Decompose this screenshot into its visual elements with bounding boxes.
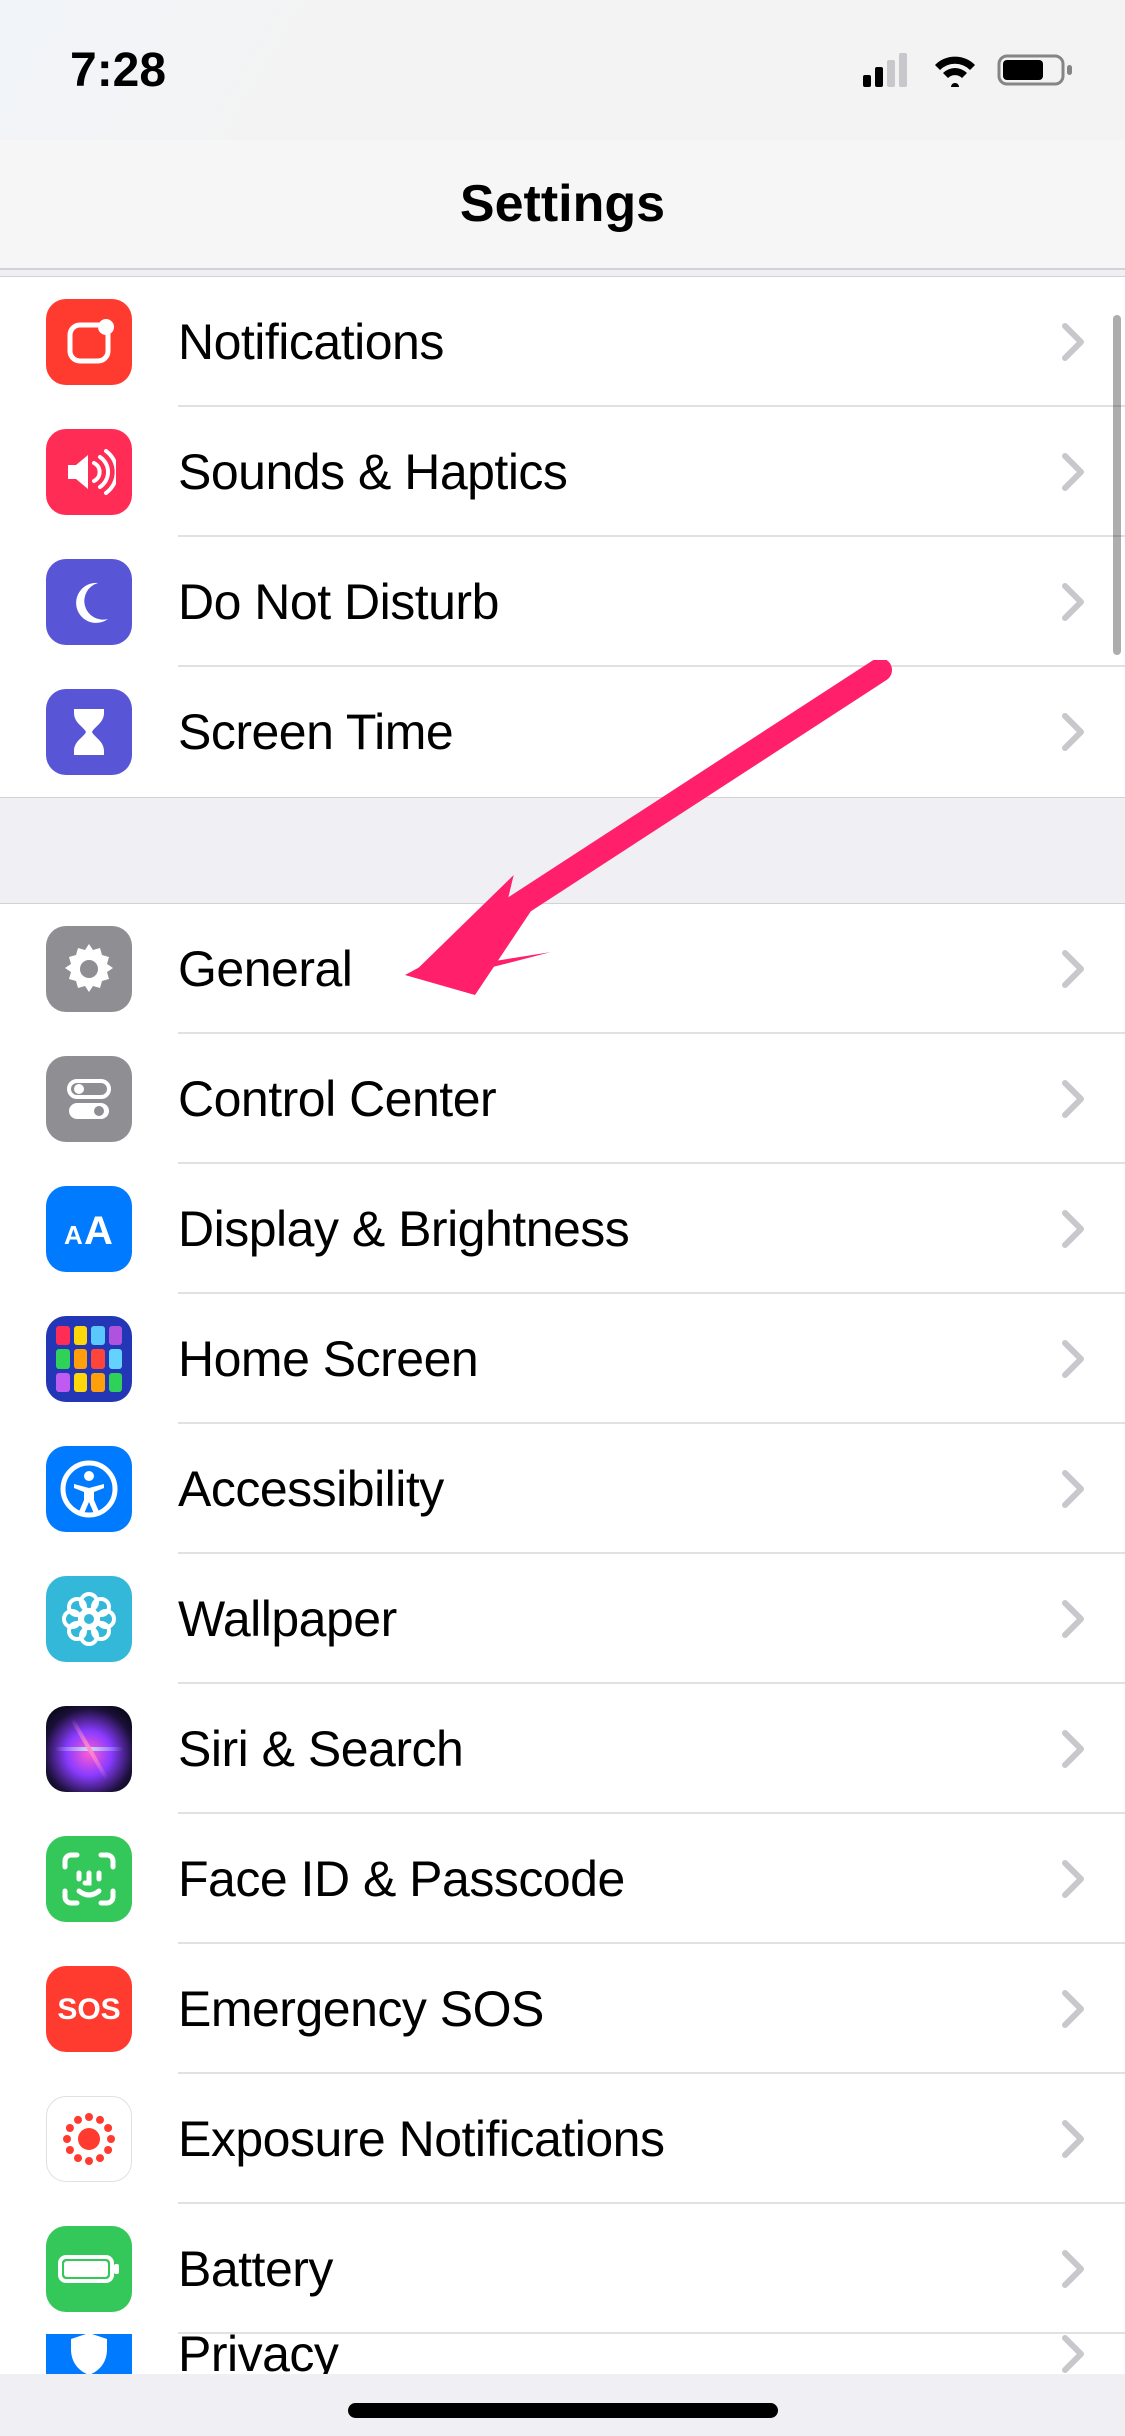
settings-row-general[interactable]: General [0,904,1125,1034]
settings-row-sos[interactable]: SOS Emergency SOS [0,1944,1125,2074]
row-label: Control Center [178,1070,496,1128]
wifi-icon [931,53,979,87]
chevron-right-icon [1061,1599,1085,1639]
settings-row-dnd[interactable]: Do Not Disturb [0,537,1125,667]
row-label: Battery [178,2240,333,2298]
chevron-right-icon [1061,1989,1085,2029]
settings-row-privacy[interactable]: Privacy [0,2334,1125,2374]
chevron-right-icon [1061,2249,1085,2289]
row-label: Screen Time [178,703,453,761]
settings-row-exposure[interactable]: Exposure Notifications [0,2074,1125,2204]
home-indicator [348,2403,778,2418]
chevron-right-icon [1061,452,1085,492]
row-label: Do Not Disturb [178,573,499,631]
gear-icon [46,926,132,1012]
sos-icon: SOS [46,1966,132,2052]
textsize-icon: AA [46,1186,132,1272]
privacy-icon [46,2334,132,2374]
chevron-right-icon [1061,2119,1085,2159]
row-label: Sounds & Haptics [178,443,567,501]
chevron-right-icon [1061,1859,1085,1899]
moon-icon [46,559,132,645]
row-label: Face ID & Passcode [178,1850,625,1908]
faceid-icon [46,1836,132,1922]
settings-row-accessibility[interactable]: Accessibility [0,1424,1125,1554]
svg-text:A: A [64,1220,83,1250]
row-label: Accessibility [178,1460,444,1518]
page-title: Settings [460,174,665,234]
switches-icon [46,1056,132,1142]
notification-icon [46,299,132,385]
cellular-icon [863,53,913,87]
settings-row-sounds[interactable]: Sounds & Haptics [0,407,1125,537]
homescreen-icon [46,1316,132,1402]
scroll-indicator[interactable] [1113,315,1121,655]
chevron-right-icon [1061,1339,1085,1379]
settings-row-faceid[interactable]: Face ID & Passcode [0,1814,1125,1944]
settings-row-screentime[interactable]: Screen Time [0,667,1125,797]
chevron-right-icon [1061,2334,1085,2374]
row-label: Notifications [178,313,444,371]
row-label: Siri & Search [178,1720,463,1778]
battery-icon [46,2226,132,2312]
chevron-right-icon [1061,1469,1085,1509]
chevron-right-icon [1061,1079,1085,1119]
row-label: Home Screen [178,1330,478,1388]
settings-row-wallpaper[interactable]: Wallpaper [0,1554,1125,1684]
row-label: Display & Brightness [178,1200,629,1258]
flower-icon [46,1576,132,1662]
speaker-icon [46,429,132,515]
chevron-right-icon [1061,322,1085,362]
settings-row-battery[interactable]: Battery [0,2204,1125,2334]
battery-status-icon [997,52,1075,88]
settings-row-notifications[interactable]: Notifications [0,277,1125,407]
chevron-right-icon [1061,712,1085,752]
status-indicators [863,52,1075,88]
svg-text:SOS: SOS [57,1993,120,2026]
chevron-right-icon [1061,949,1085,989]
group-separator [0,797,1125,904]
row-label: General [178,940,352,998]
status-bar: 7:28 [0,0,1125,140]
nav-header: Settings [0,140,1125,270]
row-label: Privacy [178,2334,338,2374]
settings-row-homescreen[interactable]: Home Screen [0,1294,1125,1424]
chevron-right-icon [1061,582,1085,622]
chevron-right-icon [1061,1209,1085,1249]
row-label: Exposure Notifications [178,2110,664,2168]
settings-row-siri[interactable]: Siri & Search [0,1684,1125,1814]
settings-row-display[interactable]: AA Display & Brightness [0,1164,1125,1294]
settings-row-controlcenter[interactable]: Control Center [0,1034,1125,1164]
accessibility-icon [46,1446,132,1532]
exposure-icon [46,2096,132,2182]
chevron-right-icon [1061,1729,1085,1769]
status-time: 7:28 [70,43,166,98]
row-label: Emergency SOS [178,1980,544,2038]
hourglass-icon [46,689,132,775]
siri-icon [46,1706,132,1792]
svg-text:A: A [84,1209,113,1252]
settings-list[interactable]: Notifications Sounds & Haptics Do Not Dist… [0,276,1125,2374]
row-label: Wallpaper [178,1590,397,1648]
